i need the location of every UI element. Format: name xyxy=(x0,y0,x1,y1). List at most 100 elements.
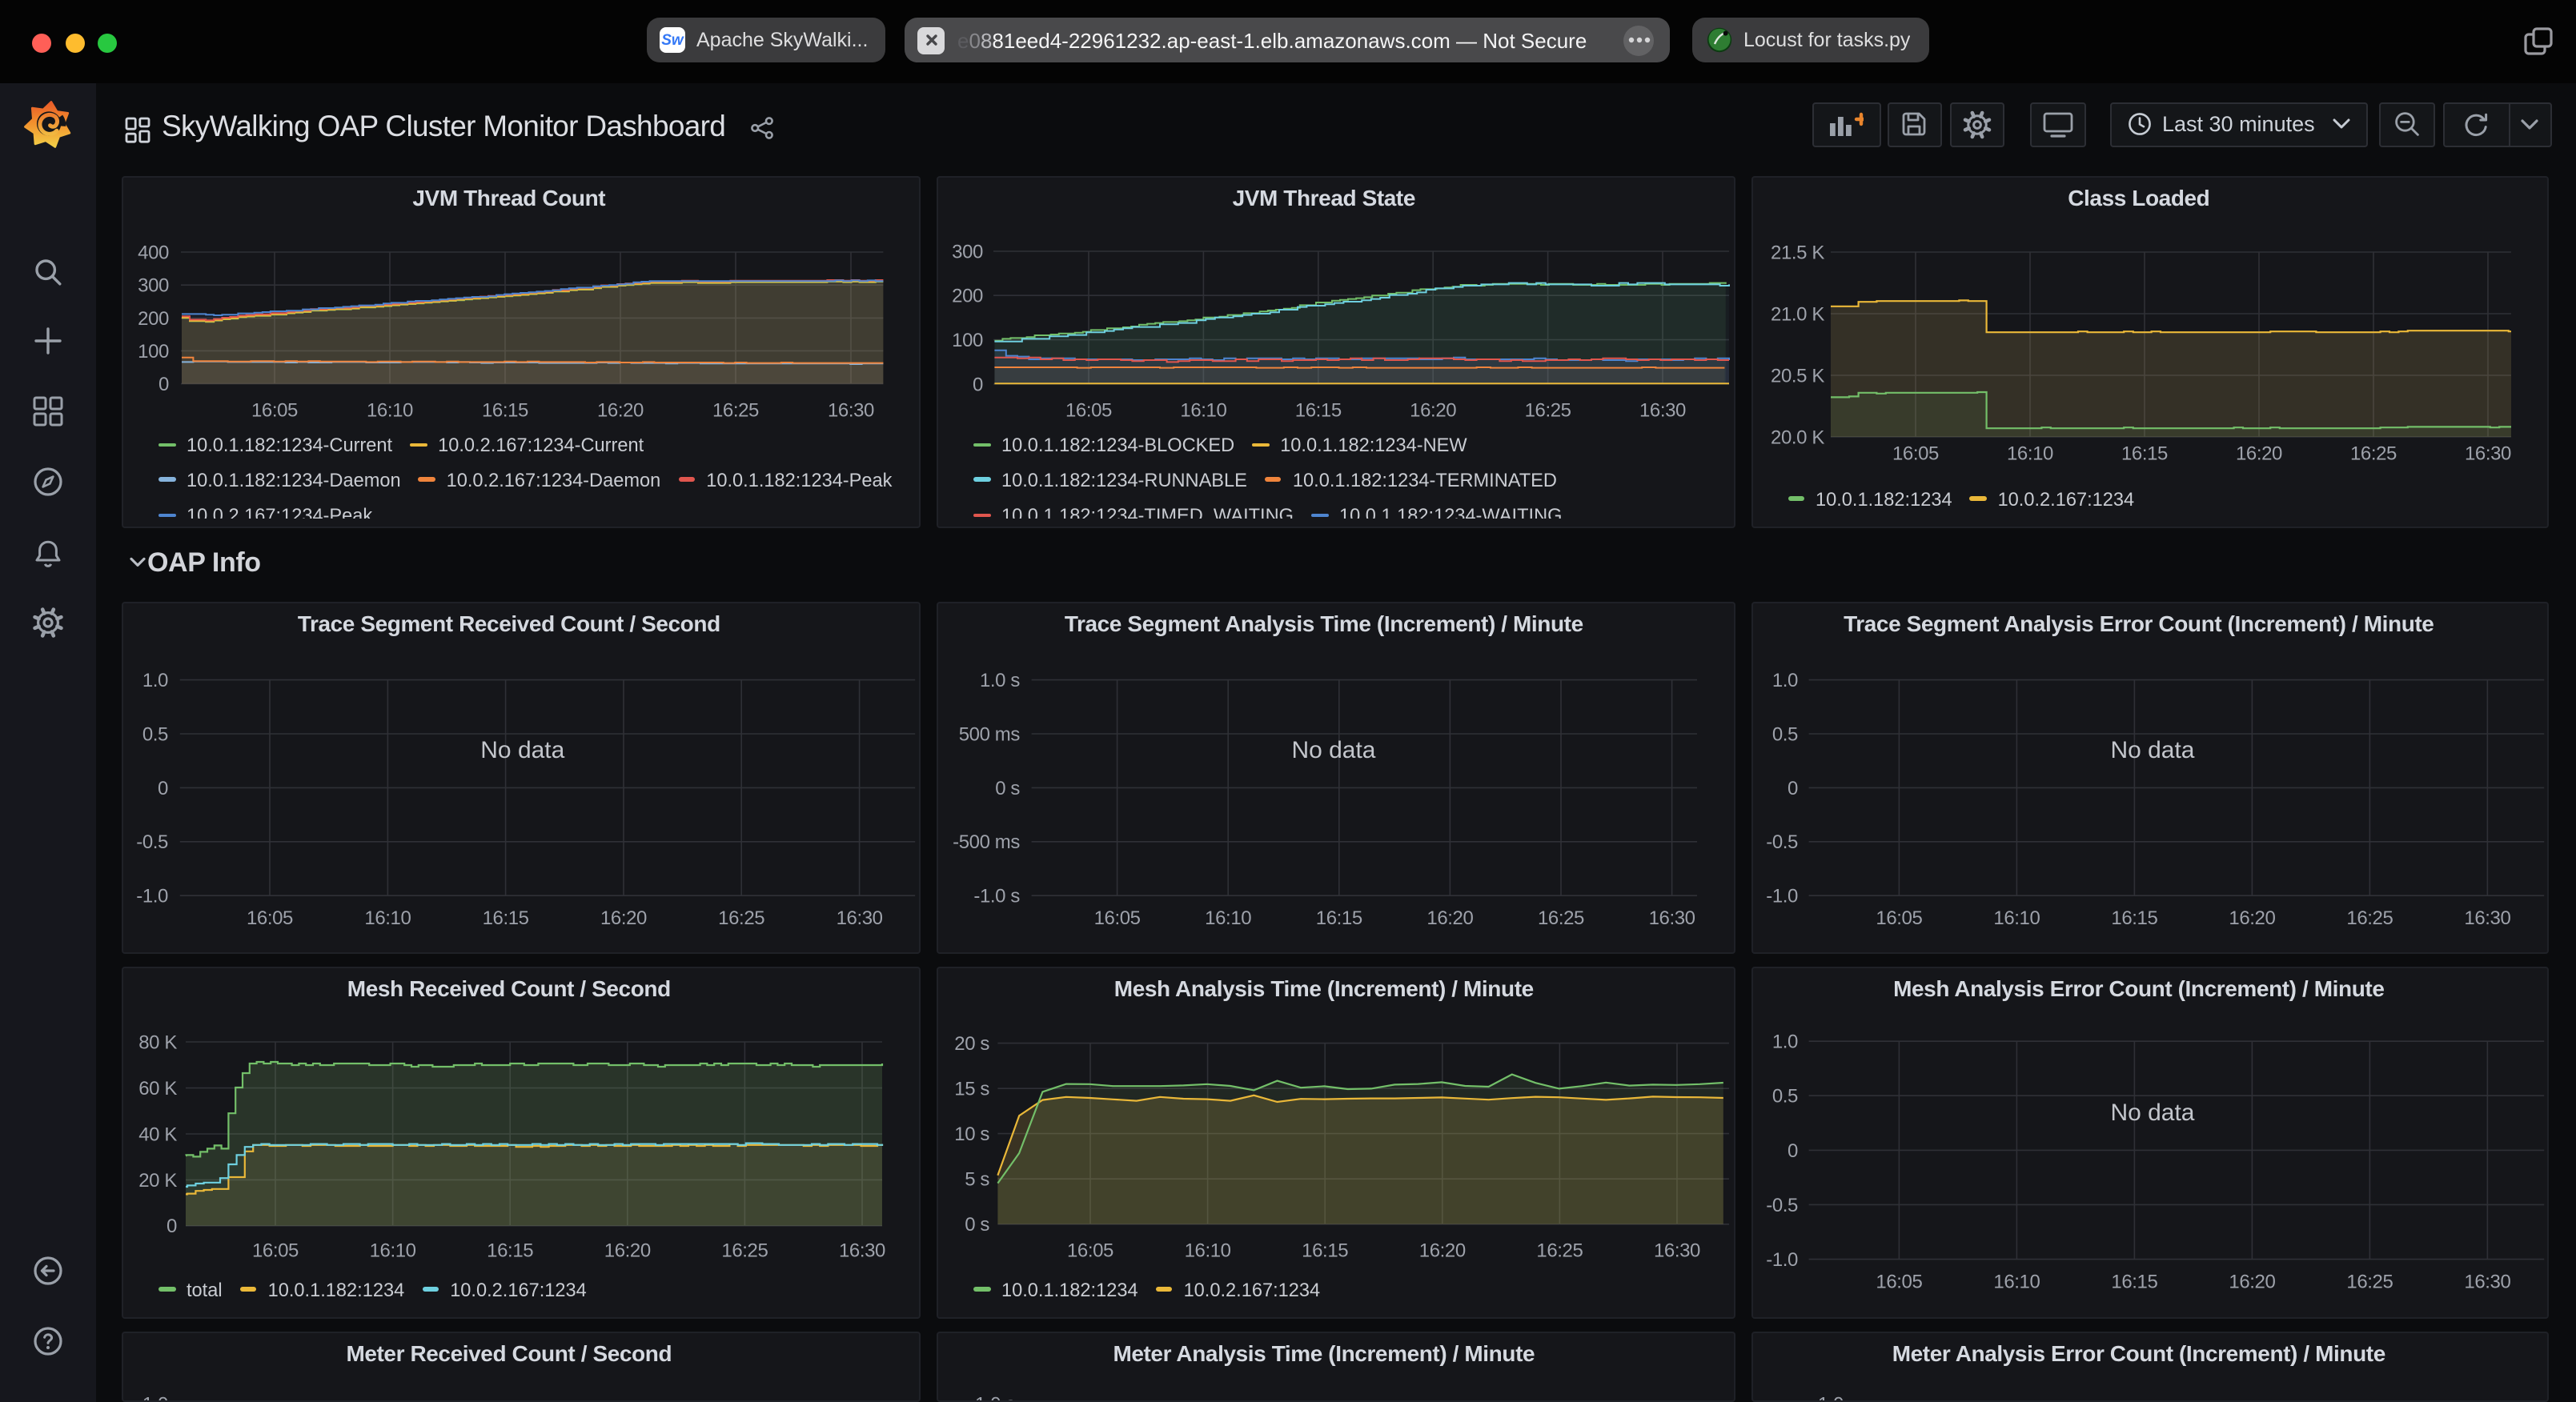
svg-text:JVM Thread Count: JVM Thread Count xyxy=(412,186,605,210)
svg-text:16:25: 16:25 xyxy=(1525,399,1571,421)
svg-text:16:10: 16:10 xyxy=(1992,1271,2039,1292)
svg-text:16:25: 16:25 xyxy=(2345,907,2392,928)
svg-text:16:30: 16:30 xyxy=(837,907,883,928)
svg-text:100: 100 xyxy=(952,330,983,351)
svg-text:-500 ms: -500 ms xyxy=(953,831,1020,852)
svg-text:15 s: 15 s xyxy=(954,1079,989,1100)
svg-text:16:15: 16:15 xyxy=(2110,1271,2157,1292)
svg-text:60 K: 60 K xyxy=(138,1078,177,1100)
svg-text:-0.5: -0.5 xyxy=(1765,831,1797,852)
svg-text:16:10: 16:10 xyxy=(370,1240,416,1261)
svg-text:Trace Segment Analysis Error C: Trace Segment Analysis Error Count (Incr… xyxy=(1843,611,2433,635)
svg-text:16:20: 16:20 xyxy=(2228,907,2274,928)
svg-text:16:25: 16:25 xyxy=(2349,443,2396,464)
svg-text:20.0 K: 20.0 K xyxy=(1770,427,1824,448)
svg-text:16:25: 16:25 xyxy=(1536,1240,1583,1261)
svg-text:20 s: 20 s xyxy=(954,1033,989,1055)
svg-text:0.5: 0.5 xyxy=(1772,1086,1797,1108)
svg-text:16:15: 16:15 xyxy=(1302,1240,1348,1261)
svg-text:Mesh Analysis Error Count (Inc: Mesh Analysis Error Count (Increment) / … xyxy=(1892,976,2383,1001)
svg-text:-0.5: -0.5 xyxy=(1765,1195,1797,1216)
svg-text:16:30: 16:30 xyxy=(2464,443,2510,464)
svg-text:No data: No data xyxy=(480,736,564,763)
svg-text:-0.5: -0.5 xyxy=(136,831,168,852)
svg-text:16:20: 16:20 xyxy=(597,399,644,421)
svg-text:Meter Analysis Error Count (In: Meter Analysis Error Count (Increment) /… xyxy=(1892,1340,2385,1365)
svg-text:No data: No data xyxy=(2109,1100,2193,1126)
svg-text:1.0 s: 1.0 s xyxy=(975,1392,1015,1402)
svg-text:16:05: 16:05 xyxy=(1875,907,1921,928)
svg-text:1.0 s: 1.0 s xyxy=(980,669,1020,691)
svg-text:0: 0 xyxy=(1787,1140,1797,1162)
svg-text:16:10: 16:10 xyxy=(1992,907,2039,928)
svg-text:16:20: 16:20 xyxy=(600,907,647,928)
svg-text:40 K: 40 K xyxy=(138,1124,177,1145)
svg-text:-1.0: -1.0 xyxy=(1765,885,1797,907)
svg-text:16:15: 16:15 xyxy=(487,1240,533,1261)
svg-text:100: 100 xyxy=(138,341,169,363)
svg-text:16:30: 16:30 xyxy=(839,1240,885,1261)
svg-text:1.0: 1.0 xyxy=(142,669,168,691)
svg-text:0: 0 xyxy=(1787,777,1797,799)
svg-text:16:10: 16:10 xyxy=(2006,443,2052,464)
svg-text:16:25: 16:25 xyxy=(721,1240,768,1261)
svg-text:16:10: 16:10 xyxy=(1205,907,1251,928)
svg-text:16:05: 16:05 xyxy=(1065,399,1112,421)
svg-text:Trace Segment Analysis Time (I: Trace Segment Analysis Time (Increment) … xyxy=(1065,611,1583,635)
svg-text:16:05: 16:05 xyxy=(1067,1240,1113,1261)
svg-text:0 s: 0 s xyxy=(965,1214,989,1236)
svg-text:16:15: 16:15 xyxy=(483,907,529,928)
svg-text:200: 200 xyxy=(952,286,983,307)
svg-text:16:30: 16:30 xyxy=(2463,1271,2510,1292)
svg-text:16:15: 16:15 xyxy=(482,399,528,421)
svg-text:-1.0: -1.0 xyxy=(136,885,168,907)
svg-text:16:05: 16:05 xyxy=(251,399,298,421)
svg-text:16:20: 16:20 xyxy=(1419,1240,1466,1261)
svg-text:Mesh Analysis Time (Increment): Mesh Analysis Time (Increment) / Minute xyxy=(1114,976,1534,1001)
svg-text:16:30: 16:30 xyxy=(1649,907,1695,928)
svg-text:No data: No data xyxy=(2109,736,2193,763)
svg-text:21.5 K: 21.5 K xyxy=(1770,242,1824,263)
svg-text:16:05: 16:05 xyxy=(252,1240,299,1261)
svg-text:16:10: 16:10 xyxy=(364,907,411,928)
svg-text:20.5 K: 20.5 K xyxy=(1770,365,1824,387)
svg-text:80 K: 80 K xyxy=(138,1031,177,1053)
svg-text:Meter Analysis Time (Increment: Meter Analysis Time (Increment) / Minute xyxy=(1113,1340,1535,1365)
svg-text:16:20: 16:20 xyxy=(2228,1271,2274,1292)
svg-text:16:30: 16:30 xyxy=(2463,907,2510,928)
svg-text:16:10: 16:10 xyxy=(367,399,413,421)
svg-text:0: 0 xyxy=(167,1216,177,1237)
svg-text:Mesh Received Count / Second: Mesh Received Count / Second xyxy=(347,976,671,1001)
svg-text:16:25: 16:25 xyxy=(718,907,764,928)
svg-text:1.0: 1.0 xyxy=(1772,669,1797,691)
svg-text:16:30: 16:30 xyxy=(1639,399,1686,421)
svg-text:300: 300 xyxy=(138,275,169,297)
svg-text:16:30: 16:30 xyxy=(828,399,874,421)
svg-text:16:25: 16:25 xyxy=(2345,1271,2392,1292)
svg-text:16:30: 16:30 xyxy=(1654,1240,1700,1261)
svg-text:16:20: 16:20 xyxy=(604,1240,651,1261)
svg-text:0 s: 0 s xyxy=(995,777,1020,799)
svg-text:16:05: 16:05 xyxy=(247,907,293,928)
svg-text:Trace Segment Received Count /: Trace Segment Received Count / Second xyxy=(298,611,720,635)
svg-text:16:25: 16:25 xyxy=(712,399,759,421)
svg-text:16:10: 16:10 xyxy=(1185,1240,1231,1261)
svg-text:21.0 K: 21.0 K xyxy=(1770,303,1824,325)
svg-text:1.0: 1.0 xyxy=(1772,1031,1797,1053)
svg-text:0: 0 xyxy=(158,777,168,799)
svg-text:16:05: 16:05 xyxy=(1094,907,1141,928)
svg-text:16:05: 16:05 xyxy=(1875,1271,1921,1292)
svg-text:16:15: 16:15 xyxy=(2121,443,2167,464)
svg-text:16:05: 16:05 xyxy=(1892,443,1938,464)
svg-text:5 s: 5 s xyxy=(965,1169,989,1191)
svg-text:16:15: 16:15 xyxy=(1295,399,1342,421)
svg-text:-1.0: -1.0 xyxy=(1765,1249,1797,1271)
svg-text:16:15: 16:15 xyxy=(1316,907,1362,928)
svg-text:No data: No data xyxy=(1291,736,1375,763)
svg-text:1.0: 1.0 xyxy=(1817,1392,1843,1402)
svg-text:Meter Received Count / Second: Meter Received Count / Second xyxy=(346,1340,672,1365)
svg-text:200: 200 xyxy=(138,308,169,330)
svg-text:16:20: 16:20 xyxy=(1426,907,1473,928)
svg-text:0.5: 0.5 xyxy=(142,723,168,744)
svg-text:16:20: 16:20 xyxy=(1410,399,1456,421)
